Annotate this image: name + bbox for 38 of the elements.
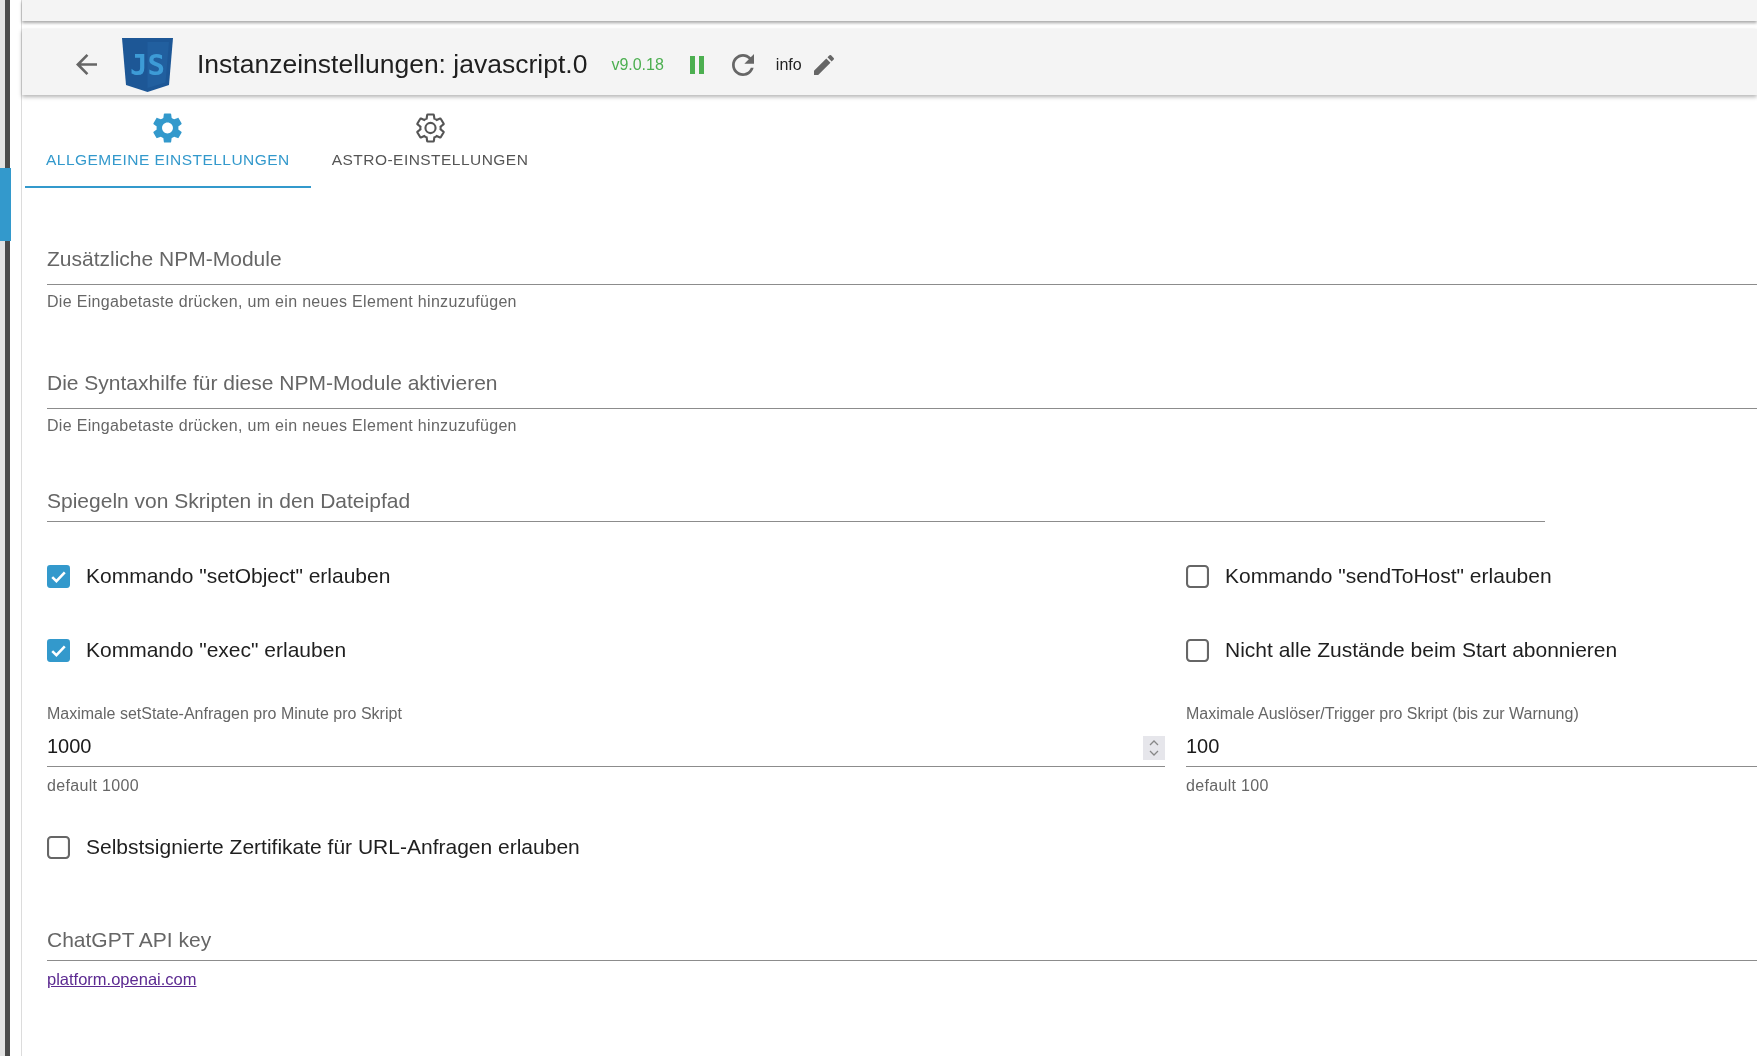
tab[interactable]: ASTRO-EINSTELLUNGEN bbox=[310, 97, 550, 188]
checkbox[interactable] bbox=[47, 638, 70, 662]
checkbox-label: Kommando "exec" erlauben bbox=[86, 637, 347, 664]
checkbox[interactable] bbox=[47, 835, 70, 859]
link[interactable]: platform.openai.com bbox=[47, 969, 197, 989]
checkbox-label: Kommando "sendToHost" erlauben bbox=[1225, 563, 1552, 590]
info-button[interactable]: info bbox=[775, 56, 802, 73]
list-input-field[interactable]: Zusätzliche NPM-Module bbox=[47, 245, 1757, 285]
spinner-arrows-icon[interactable] bbox=[1143, 735, 1165, 760]
refresh-button[interactable] bbox=[731, 53, 754, 76]
helper-text: Die Eingabetaste drücken, um ein neues Element hinzuzufügen bbox=[47, 416, 517, 436]
gear-icon bbox=[415, 113, 445, 143]
pencil-icon bbox=[813, 54, 834, 75]
text-field[interactable]: Spiegeln von Skripten in den Dateipfad bbox=[47, 482, 1545, 522]
list-input-field[interactable]: Die Syntaxhilfe für diese NPM-Module aktivieren bbox=[47, 369, 1757, 409]
checkbox-label: Nicht alle Zustände beim Start abonnieren bbox=[1225, 637, 1618, 664]
number-field[interactable]: 100 bbox=[1186, 729, 1757, 766]
helper-text: default 1000 bbox=[47, 776, 139, 796]
edit-button[interactable] bbox=[813, 54, 834, 75]
checkbox[interactable] bbox=[1186, 564, 1209, 588]
checkbox-label: Selbstsignierte Zertifikate für URL-Anfragen erlauben bbox=[86, 834, 580, 861]
checkbox[interactable] bbox=[1186, 638, 1209, 662]
shield-logo: JS bbox=[122, 37, 173, 92]
version-label: v9.0.18 bbox=[611, 54, 664, 75]
number-field[interactable]: 1000 bbox=[47, 729, 1143, 766]
page-title: Instanzeinstellungen: javascript.0 bbox=[197, 47, 588, 81]
helper-text: Die Eingabetaste drücken, um ein neues Element hinzuzufügen bbox=[47, 292, 517, 312]
checkbox-label: Kommando "setObject" erlauben bbox=[86, 563, 391, 590]
checkbox[interactable] bbox=[47, 564, 70, 588]
field-label: Maximale Auslöser/Trigger pro Skript (bis zur Warnung) bbox=[1186, 704, 1579, 724]
back-button[interactable] bbox=[76, 54, 97, 75]
pause-icon[interactable] bbox=[689, 55, 704, 74]
text-field[interactable]: ChatGPT API key bbox=[47, 921, 1757, 961]
refresh-icon bbox=[731, 53, 754, 76]
arrow-left-icon bbox=[76, 54, 97, 75]
helper-text: default 100 bbox=[1186, 776, 1269, 796]
field-label: Maximale setState-Anfragen pro Minute pro Skript bbox=[47, 704, 402, 724]
gear-icon bbox=[153, 113, 183, 143]
